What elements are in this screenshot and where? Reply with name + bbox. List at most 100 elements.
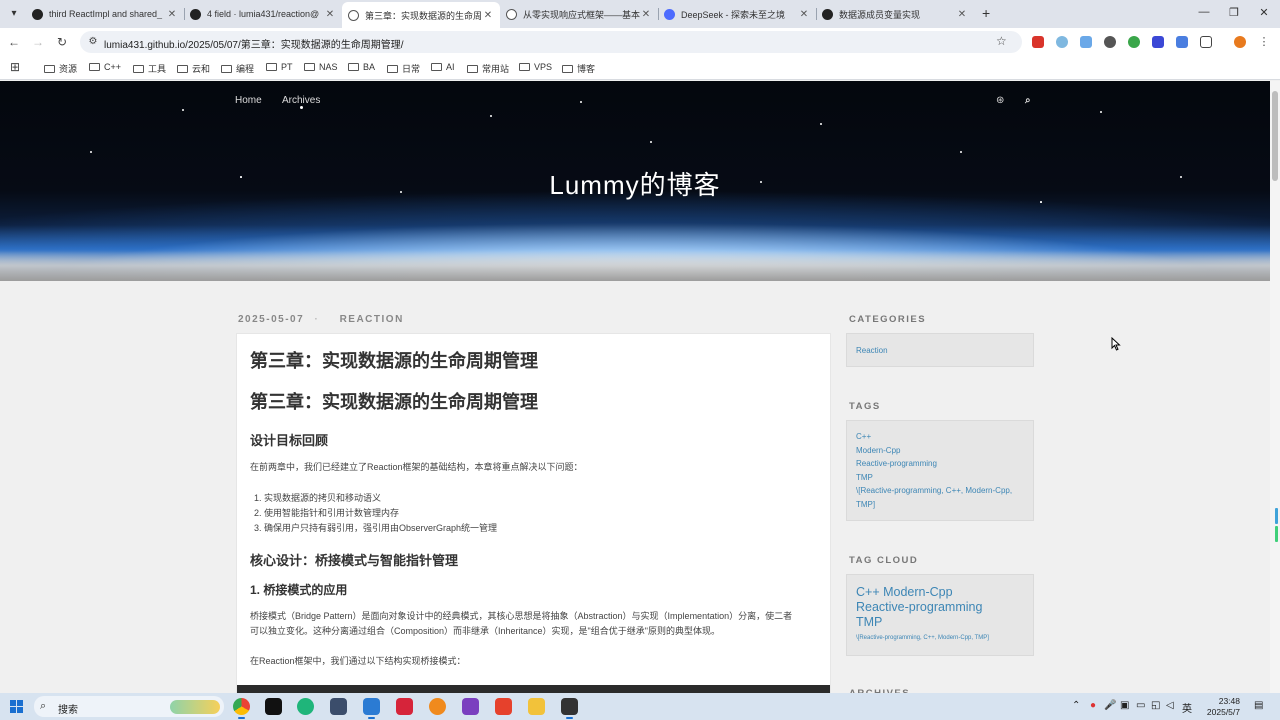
scroll-marker (1275, 508, 1278, 524)
close-icon[interactable]: ✕ (640, 9, 652, 20)
notifications-icon[interactable]: ▤ (1254, 700, 1263, 711)
url-text[interactable]: lumia431.github.io/2025/05/07/第三章：实现数据源的… (104, 36, 404, 51)
battery-icon[interactable]: ▭ (1136, 700, 1145, 711)
site-title: Lummy的博客 (549, 170, 721, 200)
taskbar-clock[interactable]: 23:48 2025/5/7 (1200, 696, 1240, 718)
close-icon[interactable]: ✕ (482, 10, 494, 21)
tag-link[interactable]: Modern-Cpp (856, 446, 900, 455)
everything-search-taskbar-icon[interactable] (429, 698, 446, 715)
visual-studio-taskbar-icon[interactable] (462, 698, 479, 715)
close-icon[interactable]: ✕ (956, 9, 968, 20)
vscode-taskbar-icon[interactable] (363, 698, 380, 719)
tag-link[interactable]: C++ (856, 432, 871, 441)
bookmark-folder[interactable]: PT (266, 62, 293, 72)
extension-icon[interactable] (1080, 36, 1092, 48)
cloud-extension-icon[interactable] (1056, 36, 1068, 48)
tab-title: DeepSeek - 探索未至之境 (681, 9, 786, 20)
extension-icon[interactable] (1104, 36, 1116, 48)
extensions-puzzle-icon[interactable] (1200, 36, 1212, 48)
bookmark-folder[interactable]: BA (348, 62, 375, 72)
bookmark-star-icon[interactable]: ☆ (996, 34, 1007, 48)
bookmark-folder[interactable]: 云和 (177, 62, 210, 75)
bookmark-label: 常用站 (482, 64, 510, 74)
apps-grid-icon[interactable]: ⊞ (10, 61, 22, 73)
post-category-link[interactable]: REACTION (340, 314, 404, 325)
extension-icon[interactable] (1152, 36, 1164, 48)
folder-icon (431, 63, 442, 71)
restore-button[interactable]: ❐ (1226, 6, 1242, 19)
menu-icon[interactable]: ⋮ (1258, 36, 1270, 48)
volume-icon[interactable]: ◁ (1166, 700, 1174, 711)
tab-deepseek[interactable]: DeepSeek - 探索未至之境 ✕ (658, 3, 816, 25)
bookmark-folder[interactable]: 工具 (133, 62, 166, 75)
tab-title: 第三章：实现数据源的生命周期 (365, 10, 482, 21)
screen-recorder-taskbar-icon[interactable] (561, 698, 578, 719)
tag-link[interactable]: Reactive-programming (856, 459, 937, 468)
tab-third-reactimpl[interactable]: third ReactImpl and shared_ ✕ (26, 3, 184, 25)
forward-button[interactable]: → (30, 34, 46, 50)
tag-link[interactable]: TMP (856, 473, 873, 482)
bookmark-folder[interactable]: 博客 (562, 62, 595, 75)
tab-search-icon[interactable]: ▾ (6, 6, 22, 22)
extension-icon[interactable] (1128, 36, 1140, 48)
bookmark-folder[interactable]: C++ (89, 62, 121, 72)
taskbar-search[interactable]: ⌕ 搜索 (34, 696, 224, 717)
bookmark-folder[interactable]: AI (431, 62, 455, 72)
microphone-icon[interactable]: 🎤 (1104, 700, 1116, 711)
file-explorer-taskbar-icon[interactable] (528, 698, 545, 715)
chrome-taskbar-icon[interactable] (233, 698, 250, 719)
nav-home-link[interactable]: Home (235, 95, 262, 106)
bookmark-folder[interactable]: 日常 (387, 62, 420, 75)
close-icon[interactable]: ✕ (798, 9, 810, 20)
scrollbar-thumb[interactable] (1272, 91, 1278, 181)
page-scrollbar[interactable] (1270, 81, 1280, 693)
profile-avatar-icon[interactable] (1234, 36, 1246, 48)
tray-overflow-icon[interactable]: ⌃ (1072, 700, 1080, 711)
tab-reactive-framework[interactable]: 从零实现响应式框架——基本 ✕ (500, 3, 658, 25)
folder-icon (387, 64, 398, 73)
tab-4-field[interactable]: 4 field · lumia431/reaction@ ✕ (184, 3, 342, 25)
back-button[interactable]: ← (6, 34, 22, 50)
star-dot (182, 109, 184, 111)
tray-app-icon[interactable]: ▣ (1120, 700, 1129, 711)
wps-taskbar-icon[interactable] (495, 698, 512, 715)
tag-link[interactable]: \[Reactive-programming, C++, Modern-Cpp, (856, 486, 1012, 495)
minimize-button[interactable]: — (1196, 6, 1212, 18)
translate-extension-icon[interactable] (1176, 36, 1188, 48)
globe-icon (348, 9, 359, 21)
tag-cloud-link[interactable]: TMP (856, 615, 882, 629)
tab-chapter3-active[interactable]: 第三章：实现数据源的生命周期 ✕ (342, 2, 500, 28)
network-icon[interactable]: ◱ (1151, 700, 1160, 711)
tray-record-icon[interactable]: ● (1090, 700, 1096, 711)
new-tab-button[interactable]: + (982, 6, 996, 20)
tiktok-taskbar-icon[interactable] (265, 698, 282, 715)
nav-archives-link[interactable]: Archives (282, 95, 320, 106)
globe-icon (506, 8, 517, 20)
tag-cloud-link[interactable]: \[Reactive-programming, C++, Modern-Cpp,… (856, 635, 989, 641)
close-icon[interactable]: ✕ (324, 9, 336, 20)
tag-cloud-link[interactable]: C++ Modern-Cpp (856, 585, 953, 599)
input-method-indicator[interactable]: 英 (1182, 700, 1192, 715)
reload-button[interactable]: ↻ (54, 34, 70, 50)
tab-data-source-member[interactable]: 数据源成员变量实现 ✕ (816, 3, 974, 25)
windows-start-icon[interactable] (10, 700, 23, 713)
close-icon[interactable]: ✕ (166, 9, 178, 20)
rss-icon[interactable]: ⊛ (996, 95, 1004, 106)
bookmark-folder[interactable]: 常用站 (467, 62, 509, 75)
tag-link[interactable]: TMP] (856, 500, 875, 509)
wechat-taskbar-icon[interactable] (297, 698, 314, 715)
bookmark-folder[interactable]: NAS (304, 62, 338, 72)
extension-icon[interactable] (1032, 36, 1044, 48)
tag-cloud-link[interactable]: Reactive-programming (856, 600, 982, 614)
close-window-button[interactable]: ✕ (1256, 6, 1272, 19)
app-taskbar-icon[interactable] (330, 698, 347, 715)
intro-paragraph: 在前两章中，我们已经建立了Reaction框架的基础结构，本章将重点解决以下问题… (250, 462, 583, 472)
youdao-taskbar-icon[interactable] (396, 698, 413, 715)
address-bar[interactable]: ⚙ lumia431.github.io/2025/05/07/第三章：实现数据… (80, 31, 1022, 53)
category-link[interactable]: Reaction (856, 346, 888, 355)
site-info-icon[interactable]: ⚙ (86, 35, 100, 49)
bookmark-folder[interactable]: VPS (519, 62, 552, 72)
bookmark-folder[interactable]: 编程 (221, 62, 254, 75)
search-icon[interactable]: ⌕ (1025, 95, 1031, 106)
bookmark-folder[interactable]: 资源 (44, 62, 77, 75)
